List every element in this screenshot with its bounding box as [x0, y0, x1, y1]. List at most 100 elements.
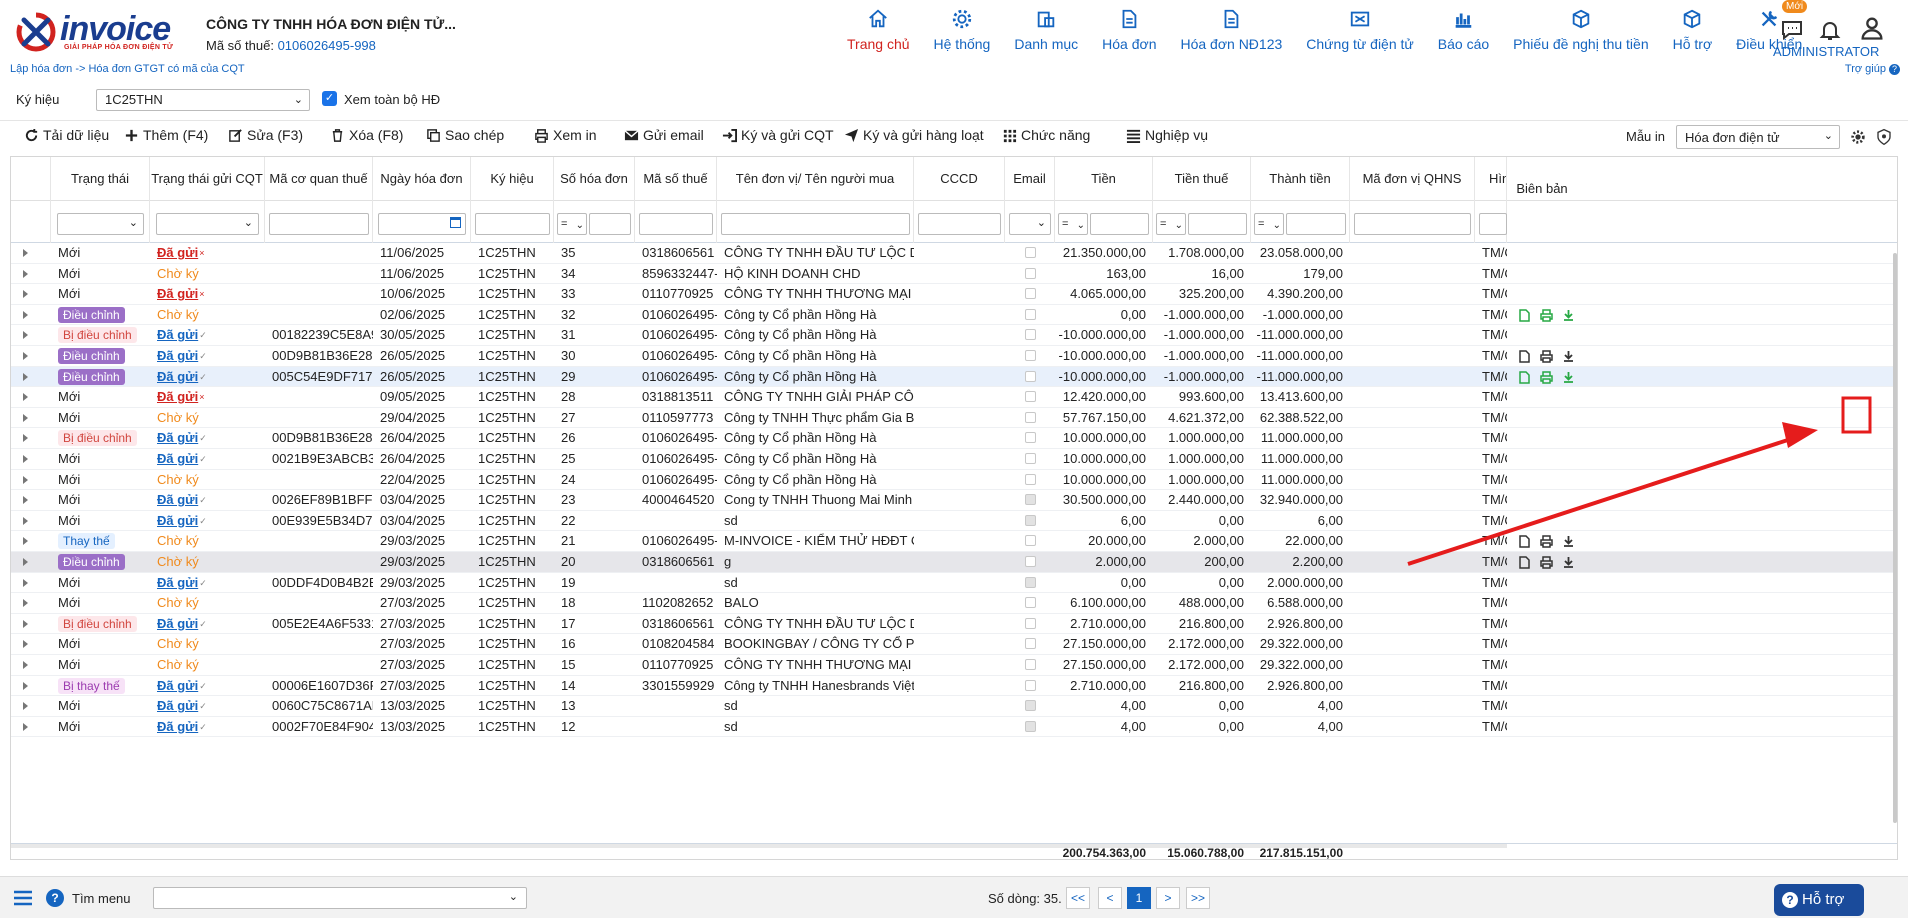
cqt-status-link[interactable]: Đã gửi — [157, 492, 198, 507]
id-card-filter[interactable] — [918, 213, 1001, 235]
table-row[interactable]: Mới Chờ ký 11/06/2025 1C25THN 34 8596332447- H… — [11, 264, 1897, 285]
expand-row-icon[interactable] — [23, 310, 28, 319]
vertical-scrollbar[interactable] — [1893, 253, 1897, 823]
download-record-icon[interactable] — [1562, 371, 1575, 384]
col-header-id-card[interactable]: CCCD — [914, 157, 1005, 201]
col-header-status[interactable]: Trạng thái — [51, 157, 150, 201]
download-record-icon[interactable] — [1562, 535, 1575, 548]
cqt-status-link[interactable]: Đã gửi — [157, 451, 198, 466]
download-record-icon[interactable] — [1562, 556, 1575, 569]
col-header-tax-amount[interactable]: Tiền thuế — [1153, 157, 1251, 201]
cqt-status-link[interactable]: Đã gửi — [157, 616, 198, 631]
expand-row-icon[interactable] — [23, 537, 28, 546]
menu-icon[interactable] — [14, 890, 32, 906]
sign-send-button[interactable]: Ký và gửi CQT — [722, 127, 834, 143]
view-record-icon[interactable] — [1518, 370, 1531, 384]
help-icon[interactable]: ? — [46, 889, 64, 907]
total-operator[interactable]: = ⌄ — [1254, 213, 1284, 235]
tax-amount-operator[interactable]: = ⌄ — [1156, 213, 1186, 235]
view-record-icon[interactable] — [1518, 350, 1531, 363]
template-select[interactable]: Hóa đơn điện tử ⌄ — [1676, 125, 1840, 149]
expand-row-icon[interactable] — [23, 475, 28, 484]
symbol-filter[interactable] — [475, 213, 550, 235]
table-row[interactable]: Bị điều chỉnh Đã gửi✓ 00D9B81B36E28146A 26/… — [11, 428, 1897, 449]
view-record-icon[interactable] — [1518, 535, 1531, 549]
col-header-tax-code[interactable]: Mã số thuế — [635, 157, 717, 201]
functions-button[interactable]: Chức năng — [1002, 127, 1090, 143]
expand-row-icon[interactable] — [23, 352, 28, 360]
nav-e-voucher[interactable]: Chứng từ điện tử — [1294, 8, 1426, 64]
expand-row-icon[interactable] — [23, 558, 28, 566]
print-record-icon[interactable] — [1540, 350, 1553, 363]
expand-row-icon[interactable] — [23, 249, 28, 257]
qhns-code-filter[interactable] — [1354, 213, 1471, 235]
status-filter-select[interactable]: ⌄ — [57, 213, 144, 235]
page-next-button[interactable]: > — [1156, 887, 1180, 909]
table-row[interactable]: Điều chỉnh Chờ ký 02/06/2025 1C25THN 32 01060… — [11, 305, 1897, 326]
expand-row-icon[interactable] — [23, 599, 28, 608]
expand-row-icon[interactable] — [23, 640, 28, 649]
table-row[interactable]: Mới Đã gửi× 11/06/2025 1C25THN 35 0318606561 C… — [11, 243, 1897, 264]
expand-row-icon[interactable] — [23, 331, 28, 340]
download-record-icon[interactable] — [1562, 309, 1575, 322]
cqt-status-link[interactable]: Đã gửi — [157, 245, 198, 260]
view-record-icon[interactable] — [1518, 309, 1531, 322]
cqt-status-link[interactable]: Đã gửi — [157, 719, 198, 734]
col-header-tax-authority-code[interactable]: Mã cơ quan thuế — [265, 157, 373, 201]
print-record-icon[interactable] — [1540, 535, 1553, 549]
expand-row-icon[interactable] — [23, 393, 28, 402]
shield-icon[interactable] — [1876, 128, 1892, 146]
admin-label[interactable]: ADMINISTRATOR — [1773, 44, 1879, 59]
tax-code-filter[interactable] — [639, 213, 713, 235]
expand-row-icon[interactable] — [23, 269, 28, 278]
nav-catalog[interactable]: Danh mục — [1002, 8, 1090, 64]
cqt-status-link[interactable]: Đã gửi — [157, 286, 198, 301]
reload-button[interactable]: Tải dữ liệu — [24, 127, 109, 143]
help-link[interactable]: Trợ giúp ? — [1845, 63, 1900, 75]
expand-row-icon[interactable] — [23, 722, 28, 731]
view-all-checkbox[interactable]: ✓ — [322, 91, 337, 106]
user-icon[interactable] — [1858, 14, 1886, 42]
col-header-total[interactable]: Thành tiền — [1251, 157, 1350, 201]
page-current[interactable]: 1 — [1127, 887, 1151, 909]
col-header-symbol[interactable]: Ký hiệu — [471, 157, 554, 201]
page-prev-button[interactable]: < — [1098, 887, 1122, 909]
table-row[interactable]: Mới Đã gửi✓ 0021B9E3ABCB3843 26/04/2025 1C25… — [11, 449, 1897, 470]
expand-row-icon[interactable] — [23, 434, 28, 443]
cqt-status-filter-select[interactable]: ⌄ — [156, 213, 259, 235]
table-row[interactable]: Mới Đã gửi× 10/06/2025 1C25THN 33 0110770925 C… — [11, 284, 1897, 305]
email-filter-select[interactable]: ⌄ — [1009, 213, 1051, 235]
cqt-status-link[interactable]: Đã gửi — [157, 327, 198, 342]
support-button[interactable]: ? Hỗ trợ — [1774, 884, 1864, 916]
expand-row-icon[interactable] — [23, 496, 28, 505]
table-row[interactable]: Mới Chờ ký 22/04/2025 1C25THN 24 0106026495- C… — [11, 470, 1897, 491]
expand-row-icon[interactable] — [23, 290, 28, 299]
col-header-amount[interactable]: Tiền — [1055, 157, 1153, 201]
table-row[interactable]: Mới Đã gửi× 09/05/2025 1C25THN 28 0318813511 C… — [11, 387, 1897, 408]
total-filter[interactable] — [1286, 213, 1346, 235]
col-header-qhns-code[interactable]: Mã đơn vị QHNS — [1350, 157, 1475, 201]
print-record-icon[interactable] — [1540, 370, 1553, 384]
cqt-status-link[interactable]: Đã gửi — [157, 430, 198, 445]
print-record-icon[interactable] — [1540, 309, 1553, 322]
table-row[interactable]: Bị thay thế Đã gửi✓ 00006E1607D36F4F3 27/03… — [11, 676, 1897, 697]
col-header-cqt-status[interactable]: Trạng thái gửi CQT — [150, 157, 265, 201]
menu-search-select[interactable]: ⌄ — [153, 887, 527, 909]
cqt-status-link[interactable]: Đã gửi — [157, 575, 198, 590]
tax-authority-code-filter[interactable] — [269, 213, 369, 235]
cqt-status-link[interactable]: Đã gửi — [157, 698, 198, 713]
sign-bulk-button[interactable]: Ký và gửi hàng loạt — [844, 127, 984, 143]
nav-invoice-nd123[interactable]: Hóa đơn NĐ123 — [1168, 8, 1294, 64]
page-first-button[interactable]: << — [1066, 887, 1091, 909]
invoice-date-filter[interactable] — [378, 213, 466, 235]
col-header-invoice-date[interactable]: Ngày hóa đơn — [373, 157, 471, 201]
col-header-buyer-name[interactable]: Tên đơn vị/ Tên người mua — [717, 157, 914, 201]
view-record-icon[interactable] — [1518, 556, 1531, 569]
operations-button[interactable]: Nghiệp vụ — [1126, 127, 1208, 143]
expand-row-icon[interactable] — [23, 702, 28, 711]
print-record-icon[interactable] — [1540, 556, 1553, 569]
table-row[interactable]: Điều chỉnh Đã gửi✓ 00D9B81B36E28146A 26/05/… — [11, 346, 1897, 367]
table-row[interactable]: Mới Đã gửi✓ 00DDF4D0B4B2BB4E 29/03/2025 1C25… — [11, 573, 1897, 594]
table-row[interactable]: Bị điều chỉnh Đã gửi✓ 005E2E4A6F533142A 27/… — [11, 614, 1897, 635]
invoice-number-filter[interactable] — [589, 213, 631, 235]
